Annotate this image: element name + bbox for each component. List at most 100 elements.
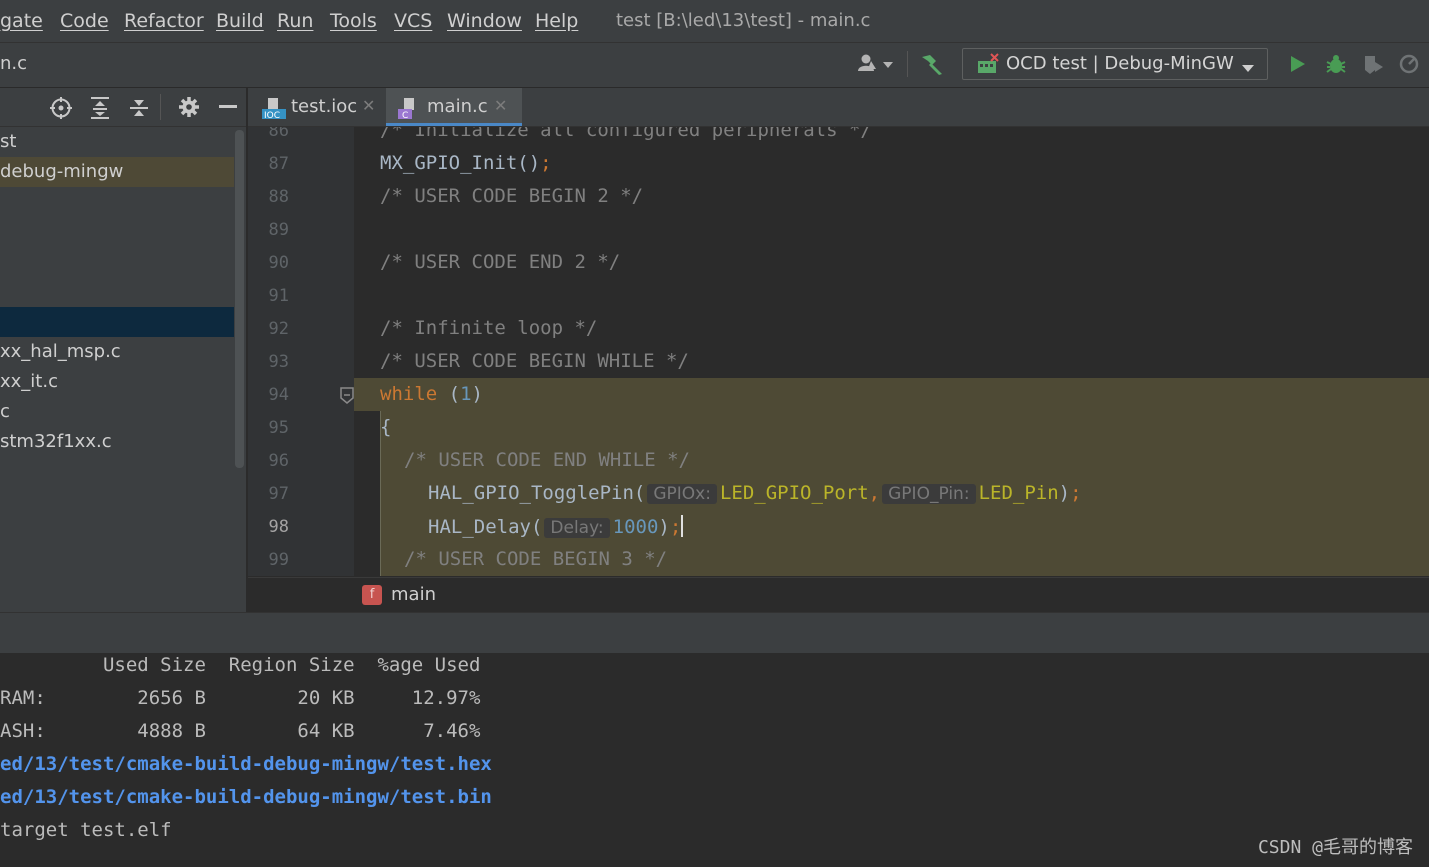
profile-icon[interactable]	[1398, 53, 1424, 75]
paren: )	[658, 516, 670, 538]
tree-item[interactable]: c	[0, 397, 234, 427]
scrollbar-thumb[interactable]	[235, 130, 244, 468]
close-icon[interactable]: ✕	[362, 96, 375, 115]
tree-item[interactable]: st	[0, 127, 234, 157]
svg-text:IOC: IOC	[264, 111, 280, 119]
run-configuration-select[interactable]: OCD test | Debug-MinGW	[962, 48, 1268, 80]
menu-build[interactable]: Build	[216, 10, 264, 32]
menu-help[interactable]: Help	[535, 10, 578, 32]
text-caret	[681, 515, 684, 537]
gear-icon[interactable]	[178, 96, 200, 122]
code-line: HAL_GPIO_TogglePin(GPIOx: LED_GPIO_Port, G…	[428, 482, 1082, 504]
function-icon: f	[362, 585, 382, 605]
menu-tools[interactable]: Tools	[330, 10, 377, 32]
tree-item-label: c	[0, 401, 10, 422]
parameter-hint: GPIOx:	[647, 484, 717, 504]
run-with-coverage-icon[interactable]	[1361, 53, 1387, 75]
menu-window[interactable]: Window	[447, 10, 522, 32]
parameter-hint: Delay:	[544, 518, 610, 538]
tree-item-label: st	[0, 131, 17, 152]
tree-item[interactable]: stm32f1xx.c	[0, 427, 234, 457]
run-icon[interactable]	[1286, 53, 1308, 75]
watermark: CSDN @毛哥的博客	[1257, 837, 1413, 858]
chevron-down-icon	[1241, 59, 1255, 78]
tree-item-label: debug-mingw	[0, 161, 124, 182]
while-block-highlight	[354, 378, 1429, 576]
line-number: 97	[268, 484, 289, 504]
line-number-current: 98	[268, 517, 289, 537]
function-call: HAL_Delay(	[428, 516, 543, 538]
menu-run[interactable]: Run	[277, 10, 313, 32]
parameter-hint: GPIO_Pin:	[882, 484, 976, 504]
svg-text:C: C	[402, 111, 408, 119]
line-number-gutter: 86 87 88 89 90 91 92 93 94 95 96 97 98 9…	[248, 127, 354, 576]
menu-code[interactable]: Code	[60, 10, 109, 32]
code-line-current: HAL_Delay(Delay: 1000);	[428, 515, 684, 538]
code-line: /* USER CODE BEGIN WHILE */	[380, 350, 689, 372]
code-line: {	[380, 416, 392, 438]
current-function[interactable]: main	[391, 584, 436, 605]
tree-item-focused[interactable]	[0, 307, 234, 337]
line-number: 93	[268, 352, 289, 372]
indent-margin	[354, 411, 380, 576]
tree-item-label: stm32f1xx.c	[0, 431, 112, 452]
console-file-link[interactable]: ed/13/test/cmake-build-debug-mingw/test.…	[0, 786, 492, 808]
function-breadcrumb-bar: f main	[248, 577, 1429, 612]
menu-vcs[interactable]: VCS	[394, 10, 432, 32]
project-tree: st debug-mingw xx_hal_msp.c xx_it.c c st…	[0, 127, 246, 612]
build-output-console[interactable]: Used Size Region Size %age Used RAM: 265…	[0, 653, 1429, 867]
code-line: /* USER CODE BEGIN 2 */	[380, 185, 644, 207]
paren: (	[437, 383, 461, 405]
user-profile-icon[interactable]	[857, 53, 897, 75]
tree-item[interactable]: xx_it.c	[0, 367, 234, 397]
line-number: 89	[268, 220, 289, 240]
close-icon[interactable]: ✕	[494, 96, 507, 115]
editor-tab-bar: IOC test.ioc ✕ C main.c ✕	[248, 88, 1429, 127]
project-panel-toolbar	[0, 88, 246, 127]
ioc-file-icon: IOC	[262, 97, 286, 124]
line-number: 94	[268, 385, 289, 405]
code-editor[interactable]: /* Initialize all configured peripherals…	[354, 127, 1429, 576]
locate-file-icon[interactable]	[49, 96, 73, 124]
semicolon: ;	[669, 516, 682, 538]
line-number: 90	[268, 253, 289, 273]
tool-window-header	[0, 612, 1429, 654]
menu-navigate[interactable]: gate	[0, 10, 43, 32]
code-line: /* USER CODE END 2 */	[380, 251, 621, 273]
cmake-config-icon	[976, 53, 1000, 79]
tab-label: main.c	[427, 96, 488, 117]
collapse-all-icon[interactable]	[128, 96, 150, 124]
function-call: MX_GPIO_Init()	[380, 152, 541, 174]
tab-test-ioc[interactable]: IOC test.ioc ✕	[248, 88, 382, 126]
tree-item-label: xx_hal_msp.c	[0, 341, 121, 362]
console-line: Used Size Region Size %age Used	[0, 654, 481, 676]
debug-bug-icon[interactable]	[1324, 53, 1348, 75]
line-number: 86	[268, 127, 289, 141]
tab-main-c[interactable]: C main.c ✕	[386, 88, 522, 126]
console-file-link[interactable]: ed/13/test/cmake-build-debug-mingw/test.…	[0, 753, 492, 775]
build-hammer-icon[interactable]	[919, 53, 945, 75]
tree-item-selected[interactable]: debug-mingw	[0, 157, 234, 187]
breadcrumb[interactable]: n.c	[0, 53, 27, 74]
semicolon: ;	[1070, 482, 1082, 504]
hide-panel-icon[interactable]	[219, 105, 237, 108]
console-line: target test.elf	[0, 819, 172, 841]
fold-marker-icon[interactable]	[340, 387, 354, 409]
macro-arg: LED_Pin	[978, 482, 1059, 504]
semicolon: ;	[540, 152, 552, 174]
navigation-bar: n.c OCD test | Debug-MinGW	[0, 42, 1429, 88]
code-line: MX_GPIO_Init();	[380, 152, 552, 174]
line-number: 96	[268, 451, 289, 471]
keyword: while	[380, 383, 438, 405]
code-line: /* Infinite loop */	[380, 317, 598, 339]
comma: ,	[868, 482, 881, 504]
toolbar-separator	[160, 94, 161, 120]
line-number: 88	[268, 187, 289, 207]
console-line: RAM: 2656 B 20 KB 12.97%	[0, 687, 481, 709]
line-number: 92	[268, 319, 289, 339]
tree-item[interactable]: xx_hal_msp.c	[0, 337, 234, 367]
menu-refactor[interactable]: Refactor	[124, 10, 204, 32]
code-line: /* USER CODE END WHILE */	[404, 449, 690, 471]
number-literal: 1	[460, 383, 472, 405]
expand-all-icon[interactable]	[89, 96, 111, 124]
